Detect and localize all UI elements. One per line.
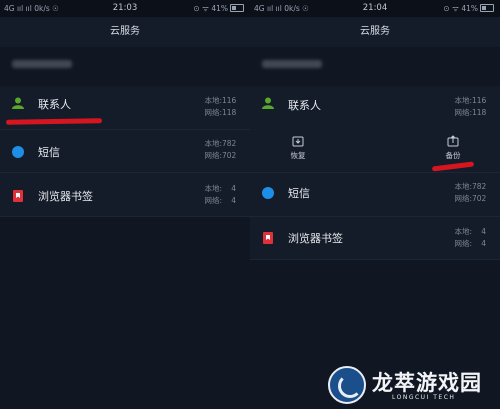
net-count: 4 (481, 239, 486, 248)
local-label: 本地: (204, 96, 222, 105)
list-item-sms[interactable]: 短信 本地:782 网络:702 (0, 130, 250, 173)
backup-label: 备份 (445, 151, 461, 160)
local-label: 本地: (454, 227, 472, 236)
local-count: 4 (231, 184, 236, 193)
local-count: 782 (222, 139, 237, 148)
local-count: 116 (222, 96, 237, 105)
left-screen: 4G ııl ııl 0k/s ☉ 21:03 ⊙ ᯤ 41% 云服务 联系人 … (0, 0, 250, 409)
sms-icon (262, 187, 274, 199)
watermark-logo-icon (328, 366, 366, 404)
net-count: 118 (472, 108, 487, 117)
watermark-subtitle: LONGCUI TECH (392, 394, 456, 401)
backup-button[interactable]: 备份 (433, 135, 473, 161)
net-label: 网络: (204, 151, 222, 160)
account-name-blurred (12, 60, 72, 68)
list-item-sms[interactable]: 短信 本地:782 网络:702 (250, 173, 500, 217)
battery-text: ⊙ ᯤ 41% (443, 4, 478, 13)
net-label: 网络: (454, 239, 472, 248)
right-screen: 4G ııl ııl 0k/s ☉ 21:04 ⊙ ᯤ 41% 云服务 联系人 … (250, 0, 500, 409)
battery-icon (230, 4, 244, 12)
battery-icon (480, 4, 494, 12)
net-label: 网络: (204, 196, 222, 205)
status-bar: 4G ııl ııl 0k/s ☉ 21:04 ⊙ ᯤ 41% (250, 0, 500, 17)
local-label: 本地: (204, 139, 222, 148)
battery-text: ⊙ ᯤ 41% (193, 4, 228, 13)
local-count: 116 (472, 96, 487, 105)
contact-icon (262, 97, 274, 109)
watermark-title: 龙萃游戏园 (372, 371, 482, 395)
net-count: 4 (231, 196, 236, 205)
bookmark-icon (262, 232, 274, 244)
restore-label: 恢复 (290, 151, 306, 160)
net-label: 网络: (204, 108, 222, 117)
contact-icon (12, 97, 24, 109)
net-label: 网络: (454, 108, 472, 117)
net-count: 702 (472, 194, 487, 203)
item-counts: 本地:782 网络:702 (204, 138, 236, 162)
bookmark-icon (12, 190, 24, 202)
backup-icon (447, 135, 459, 147)
item-counts: 本地:782 网络:702 (454, 181, 486, 205)
item-label: 短信 (288, 187, 310, 200)
page-title: 云服务 (0, 17, 250, 47)
status-right: ⊙ ᯤ 41% (443, 4, 494, 14)
status-right: ⊙ ᯤ 41% (193, 4, 244, 14)
net-count: 702 (222, 151, 237, 160)
status-bar: 4G ııl ııl 0k/s ☉ 21:03 ⊙ ᯤ 41% (0, 0, 250, 17)
local-label: 本地: (454, 182, 472, 191)
local-label: 本地: (454, 96, 472, 105)
watermark: 龙萃游戏园 LONGCUI TECH (322, 362, 498, 409)
sms-icon (12, 146, 24, 158)
item-label: 浏览器书签 (38, 190, 93, 203)
restore-button[interactable]: 恢复 (278, 135, 318, 161)
item-counts: 本地: 4 网络: 4 (454, 226, 486, 250)
item-label: 短信 (38, 146, 60, 159)
item-counts: 本地:116 网络:118 (454, 95, 486, 119)
net-count: 118 (222, 108, 237, 117)
list-item-bookmarks[interactable]: 浏览器书签 本地: 4 网络: 4 (0, 173, 250, 217)
item-label: 联系人 (38, 98, 71, 111)
account-name-blurred (262, 60, 322, 68)
net-label: 网络: (454, 194, 472, 203)
item-counts: 本地: 4 网络: 4 (204, 183, 236, 207)
restore-icon (292, 135, 304, 147)
local-count: 4 (481, 227, 486, 236)
local-count: 782 (472, 182, 487, 191)
page-title: 云服务 (250, 17, 500, 47)
item-label: 联系人 (288, 99, 321, 112)
list-item-bookmarks[interactable]: 浏览器书签 本地: 4 网络: 4 (250, 217, 500, 260)
item-label: 浏览器书签 (288, 232, 343, 245)
local-label: 本地: (204, 184, 222, 193)
item-counts: 本地:116 网络:118 (204, 95, 236, 119)
